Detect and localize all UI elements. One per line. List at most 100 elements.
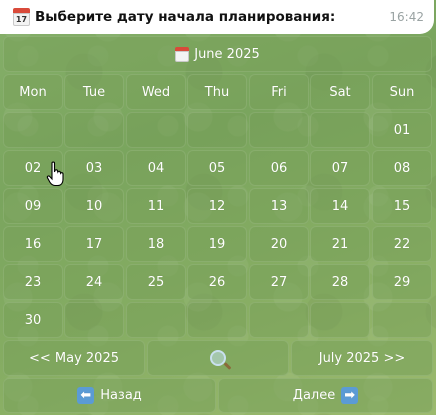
day-25-button[interactable]: 25	[126, 264, 186, 300]
day-label: 17	[85, 236, 103, 252]
day-19-button[interactable]: 19	[187, 226, 247, 262]
day-30-button[interactable]: 30	[3, 302, 63, 338]
day-label: 13	[270, 198, 288, 214]
empty-day-cell	[372, 302, 432, 338]
day-28-button[interactable]: 28	[310, 264, 370, 300]
weekday-label: Fri	[271, 84, 287, 100]
calendar-icon	[175, 46, 190, 62]
day-label: 21	[331, 236, 349, 252]
month-header-label: June 2025	[194, 46, 260, 62]
empty-day-cell	[187, 112, 247, 148]
day-12-button[interactable]: 12	[187, 188, 247, 224]
weekday-label: Thu	[204, 84, 230, 100]
day-08-button[interactable]: 08	[372, 150, 432, 186]
day-11-button[interactable]: 11	[126, 188, 186, 224]
search-button[interactable]	[147, 340, 289, 376]
day-20-button[interactable]: 20	[249, 226, 309, 262]
next-button[interactable]: Далее ➡	[218, 378, 433, 413]
message-text: Выберите дату начала планирования:	[35, 9, 336, 25]
month-header-button[interactable]: June 2025	[3, 36, 432, 72]
back-button[interactable]: ⬅ Назад	[3, 378, 216, 413]
day-04-button[interactable]: 04	[126, 150, 186, 186]
day-label: 11	[147, 198, 165, 214]
day-label: 01	[393, 122, 411, 138]
day-label: 15	[393, 198, 411, 214]
day-label: 02	[24, 160, 42, 176]
day-label: 16	[24, 236, 42, 252]
empty-day-cell	[187, 302, 247, 338]
weekday-sat: Sat	[310, 74, 370, 110]
day-label: 29	[393, 274, 411, 290]
day-10-button[interactable]: 10	[64, 188, 124, 224]
weekday-label: Mon	[19, 84, 47, 100]
day-09-button[interactable]: 09	[3, 188, 63, 224]
empty-day-cell	[64, 112, 124, 148]
day-21-button[interactable]: 21	[310, 226, 370, 262]
day-24-button[interactable]: 24	[64, 264, 124, 300]
day-06-button[interactable]: 06	[249, 150, 309, 186]
hand-cursor-icon	[46, 161, 64, 187]
message-bubble: 17 Выберите дату начала планирования: 16…	[0, 0, 434, 34]
day-label: 04	[147, 160, 165, 176]
day-label: 10	[85, 198, 103, 214]
day-29-button[interactable]: 29	[372, 264, 432, 300]
day-label: 18	[147, 236, 165, 252]
day-13-button[interactable]: 13	[249, 188, 309, 224]
weekday-label: Sun	[389, 84, 415, 100]
weekday-wed: Wed	[126, 74, 186, 110]
day-label: 05	[208, 160, 226, 176]
weekday-sun: Sun	[372, 74, 432, 110]
right-arrow-icon: ➡	[341, 387, 359, 404]
day-16-button[interactable]: 16	[3, 226, 63, 262]
next-label: Далее	[292, 388, 336, 403]
empty-day-cell	[126, 302, 186, 338]
day-27-button[interactable]: 27	[249, 264, 309, 300]
day-03-button[interactable]: 03	[64, 150, 124, 186]
day-05-button[interactable]: 05	[187, 150, 247, 186]
weekday-fri: Fri	[249, 74, 309, 110]
weekday-label: Sat	[329, 84, 351, 100]
weekday-tue: Tue	[64, 74, 124, 110]
day-label: 24	[85, 274, 103, 290]
day-22-button[interactable]: 22	[372, 226, 432, 262]
day-07-button[interactable]: 07	[310, 150, 370, 186]
weekday-thu: Thu	[187, 74, 247, 110]
empty-day-cell	[249, 302, 309, 338]
next-month-button[interactable]: July 2025 >>	[291, 340, 433, 376]
day-15-button[interactable]: 15	[372, 188, 432, 224]
day-label: 03	[85, 160, 103, 176]
day-17-button[interactable]: 17	[64, 226, 124, 262]
left-arrow-icon: ⬅	[77, 387, 95, 404]
day-label: 26	[208, 274, 226, 290]
message-time: 16:42	[389, 10, 424, 24]
weekday-mon: Mon	[3, 74, 63, 110]
empty-day-cell	[249, 112, 309, 148]
prev-month-button[interactable]: << May 2025	[3, 340, 145, 376]
day-label: 06	[270, 160, 288, 176]
day-18-button[interactable]: 18	[126, 226, 186, 262]
day-14-button[interactable]: 14	[310, 188, 370, 224]
day-26-button[interactable]: 26	[187, 264, 247, 300]
day-label: 23	[24, 274, 42, 290]
day-label: 08	[393, 160, 411, 176]
empty-day-cell	[3, 112, 63, 148]
magnifier-icon	[210, 350, 226, 366]
day-label: 20	[270, 236, 288, 252]
weekday-label: Wed	[141, 84, 171, 100]
day-label: 30	[24, 312, 42, 328]
day-01-button[interactable]: 01	[372, 112, 432, 148]
next-month-label: July 2025 >>	[318, 350, 406, 366]
day-label: 12	[208, 198, 226, 214]
day-label: 22	[393, 236, 411, 252]
day-label: 14	[331, 198, 349, 214]
prev-month-label: << May 2025	[28, 350, 119, 366]
day-23-button[interactable]: 23	[3, 264, 63, 300]
weekday-label: Tue	[82, 84, 106, 100]
day-label: 07	[331, 160, 349, 176]
calendar-icon: 17	[13, 8, 30, 26]
empty-day-cell	[126, 112, 186, 148]
back-label: Назад	[100, 388, 142, 403]
day-label: 09	[24, 198, 42, 214]
day-label: 27	[270, 274, 288, 290]
day-label: 19	[208, 236, 226, 252]
